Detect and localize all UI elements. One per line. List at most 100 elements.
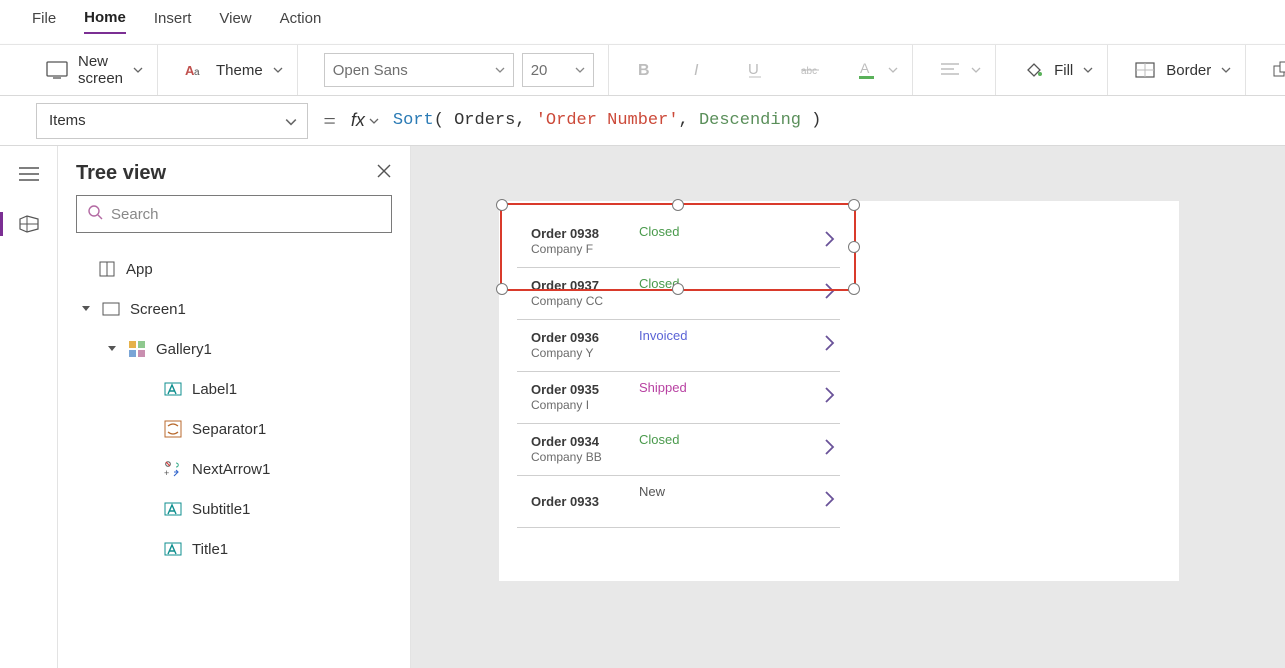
underline-button[interactable]: U	[745, 59, 767, 81]
control-icon	[162, 498, 184, 520]
svg-text:A: A	[860, 60, 870, 76]
chevron-down-icon	[575, 65, 585, 75]
next-arrow-icon[interactable]	[824, 490, 836, 513]
tree-node-nextarrow1[interactable]: +NextArrow1	[58, 449, 410, 489]
next-arrow-icon[interactable]	[824, 438, 836, 461]
border-button[interactable]: Border	[1120, 45, 1246, 95]
resize-handle[interactable]	[496, 199, 508, 211]
row-title: Order 0935	[531, 382, 599, 398]
row-status: Closed	[639, 224, 679, 239]
tree-title: Tree view	[76, 162, 166, 185]
row-title: Order 0936	[531, 330, 599, 346]
next-arrow-icon[interactable]	[824, 334, 836, 357]
new-screen-label: New screen	[78, 53, 123, 87]
menu-home[interactable]: Home	[84, 9, 126, 34]
row-title: Order 0934	[531, 434, 602, 450]
left-rail	[0, 146, 58, 668]
hamburger-button[interactable]	[15, 162, 43, 186]
formula-bar: Items = fx Sort( Orders, 'Order Number',…	[0, 96, 1285, 146]
tree-node-label1[interactable]: Label1	[58, 369, 410, 409]
app-icon	[96, 258, 118, 280]
new-screen-button[interactable]: New screen	[32, 45, 158, 95]
menu-view[interactable]: View	[219, 10, 251, 33]
chevron-down-icon	[495, 65, 505, 75]
theme-button[interactable]: Aa Theme	[170, 45, 298, 95]
resize-handle[interactable]	[672, 199, 684, 211]
strike-button[interactable]: abc	[801, 59, 823, 81]
tree-node-subtitle1[interactable]: Subtitle1	[58, 489, 410, 529]
resize-handle[interactable]	[848, 283, 860, 295]
svg-text:abc: abc	[801, 66, 817, 77]
fx-button[interactable]: fx	[351, 110, 379, 131]
fontsize-value: 20	[531, 62, 548, 79]
gallery-row[interactable]: Order 0934Company BB Closed	[517, 424, 840, 476]
search-icon	[87, 204, 103, 224]
resize-handle[interactable]	[848, 199, 860, 211]
fill-label: Fill	[1054, 62, 1073, 79]
bold-button[interactable]: B	[635, 59, 657, 81]
row-subtitle: Company CC	[531, 294, 603, 309]
row-title: Order 0937	[531, 278, 603, 294]
tree-panel: Tree view Search App Screen1	[58, 146, 411, 668]
control-icon: +	[162, 458, 184, 480]
menubar: File Home Insert View Action	[0, 0, 1285, 44]
border-label: Border	[1166, 62, 1211, 79]
tree-node-separator1[interactable]: Separator1	[58, 409, 410, 449]
gallery-icon	[126, 338, 148, 360]
property-value: Items	[49, 112, 86, 129]
menu-action[interactable]: Action	[280, 10, 322, 33]
gallery-control[interactable]: Order 0938Company FClosedOrder 0937Compa…	[517, 216, 840, 528]
resize-handle[interactable]	[848, 241, 860, 253]
screen-icon	[100, 298, 122, 320]
next-arrow-icon[interactable]	[824, 282, 836, 305]
equals-sign: =	[322, 108, 337, 134]
canvas[interactable]: Order 0938Company FClosedOrder 0937Compa…	[411, 146, 1285, 668]
fontcolor-button[interactable]: A	[856, 59, 878, 81]
tree-node-screen1[interactable]: Screen1	[58, 289, 410, 329]
property-select[interactable]: Items	[36, 103, 308, 139]
next-arrow-icon[interactable]	[824, 386, 836, 409]
menu-file[interactable]: File	[32, 10, 56, 33]
screen-preview[interactable]: Order 0938Company FClosedOrder 0937Compa…	[499, 201, 1179, 581]
chevron-down-icon	[273, 65, 283, 75]
resize-handle[interactable]	[496, 283, 508, 295]
row-subtitle: Company F	[531, 242, 599, 257]
menu-insert[interactable]: Insert	[154, 10, 192, 33]
gallery-row[interactable]: Order 0937Company CCClosed	[517, 268, 840, 320]
italic-button[interactable]: I	[690, 59, 712, 81]
chevron-down-icon	[971, 65, 981, 75]
border-icon	[1134, 59, 1156, 81]
theme-icon: Aa	[184, 59, 206, 81]
row-status: Shipped	[639, 380, 687, 395]
tree-node-gallery1[interactable]: Gallery1	[58, 329, 410, 369]
tree-search-input[interactable]: Search	[76, 195, 392, 233]
gallery-row[interactable]: Order 0938Company F Closed	[517, 216, 840, 268]
chevron-down-icon	[1083, 65, 1093, 75]
expand-icon	[80, 304, 92, 314]
fontsize-select[interactable]: 20	[522, 53, 594, 87]
row-title: Order 0938	[531, 226, 599, 242]
formula-input[interactable]: Sort( Orders, 'Order Number', Descending…	[393, 103, 1285, 139]
expand-icon	[106, 344, 118, 354]
tree-node-app[interactable]: App	[58, 249, 410, 289]
chevron-down-icon	[133, 65, 143, 75]
gallery-row[interactable]: Order 0936Company YInvoiced	[517, 320, 840, 372]
gallery-row[interactable]: Order 0935Company IShipped	[517, 372, 840, 424]
new-screen-icon	[46, 59, 68, 81]
close-panel-button[interactable]	[376, 163, 392, 184]
chevron-down-icon	[285, 116, 295, 126]
font-select[interactable]: Open Sans	[324, 53, 514, 87]
gallery-row[interactable]: Order 0933New	[517, 476, 840, 528]
fx-icon: fx	[351, 110, 365, 131]
svg-text:U: U	[748, 61, 759, 78]
next-arrow-icon[interactable]	[824, 230, 836, 253]
treeview-rail-button[interactable]	[15, 212, 43, 236]
chevron-down-icon	[888, 65, 898, 75]
reorder-button[interactable]: Re	[1258, 45, 1285, 95]
row-subtitle: Company BB	[531, 450, 602, 465]
control-icon	[162, 538, 184, 560]
fill-button[interactable]: Fill	[1008, 45, 1108, 95]
row-status: Closed	[639, 432, 679, 447]
align-button[interactable]	[939, 59, 961, 81]
tree-node-title1[interactable]: Title1	[58, 529, 410, 569]
